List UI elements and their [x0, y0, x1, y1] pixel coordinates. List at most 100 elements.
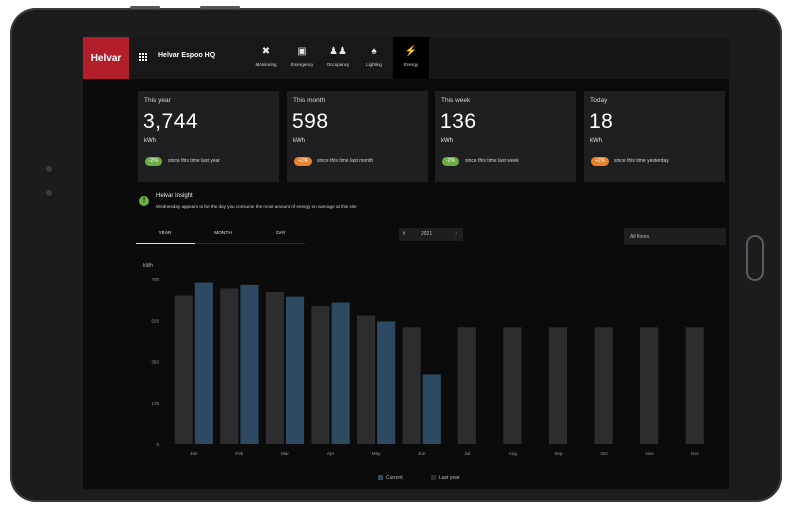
- card-unit: kWh: [590, 138, 602, 144]
- card-title: This year: [144, 97, 171, 104]
- bar-last-year: [356, 315, 376, 444]
- card-title: Today: [590, 97, 608, 104]
- legend-swatch-last-year: [431, 475, 436, 480]
- x-tick-label: Feb: [235, 451, 243, 456]
- bar-last-year: [640, 327, 659, 444]
- insight-text: Wednesday appears to be the day you cons…: [156, 204, 357, 209]
- y-tick-label: 350: [151, 360, 159, 365]
- bar-last-year: [311, 306, 330, 444]
- brand-logo[interactable]: Helvar: [83, 37, 129, 79]
- bar-current: [377, 321, 396, 444]
- x-tick-label: Jun: [418, 451, 426, 456]
- nav-label: Energy: [403, 62, 419, 67]
- bar-last-year: [220, 288, 239, 444]
- x-tick-label: May: [372, 451, 381, 456]
- bar-current: [285, 296, 305, 444]
- nav-spacer: [429, 37, 729, 79]
- bar-last-year: [174, 295, 193, 444]
- bar-last-year: [503, 327, 522, 444]
- tab-divider: [195, 243, 305, 244]
- x-tick-label: Jul: [464, 451, 470, 456]
- x-tick-label: Nov: [646, 451, 655, 456]
- tab-day[interactable]: DAY: [251, 231, 311, 236]
- volume-button: [130, 6, 160, 9]
- x-tick-label: Mar: [281, 451, 289, 456]
- card-unit: kWh: [441, 138, 453, 144]
- card-title: This week: [441, 97, 471, 104]
- nav-lighting[interactable]: ♠ Lighting: [356, 37, 392, 79]
- legend-last-year: Last year: [431, 475, 460, 481]
- energy-icon: ⚡: [404, 46, 418, 57]
- tab-year[interactable]: YEAR: [135, 231, 195, 236]
- legend-label: Current: [386, 475, 403, 481]
- x-tick-label: Oct: [600, 451, 608, 456]
- app-screen: Helvar Helvar Espoo HQ ✖ Monitoring ▣ Em…: [83, 37, 729, 489]
- bar-last-year: [548, 327, 568, 444]
- stat-card-month[interactable]: This month 598 kWh +2% since this time l…: [287, 91, 428, 182]
- x-tick-label: Dec: [691, 451, 700, 456]
- camera-dot: [46, 166, 52, 172]
- card-unit: kWh: [293, 138, 305, 144]
- card-value: 18: [589, 110, 614, 133]
- tab-month[interactable]: MONTH: [193, 231, 253, 236]
- nav-energy[interactable]: ⚡ Energy: [393, 37, 429, 79]
- top-nav: Helvar Helvar Espoo HQ ✖ Monitoring ▣ Em…: [83, 37, 729, 79]
- grid-icon[interactable]: [139, 53, 148, 62]
- occupancy-icon: ♟♟: [329, 46, 347, 57]
- change-badge: +2%: [294, 157, 313, 166]
- card-value: 136: [440, 110, 477, 133]
- site-name[interactable]: Helvar Espoo HQ: [158, 52, 215, 59]
- nav-monitoring[interactable]: ✖ Monitoring: [248, 37, 284, 79]
- bar-last-year: [594, 327, 613, 444]
- insight-title: Helvar Insight: [156, 193, 193, 199]
- y-tick-label: 700: [151, 277, 159, 282]
- power-button: [200, 6, 240, 9]
- energy-chart: kWh 0 175 350 525 700 Jan Feb Mar Apr May Jun Jul Aug…: [143, 263, 704, 456]
- y-tick-label: 175: [151, 401, 159, 406]
- floor-select[interactable]: All floors: [624, 228, 726, 245]
- change-badge: -2%: [145, 157, 162, 166]
- nav-occupancy[interactable]: ♟♟ Occupancy: [320, 37, 356, 79]
- change-note: since this time last year: [168, 158, 220, 164]
- next-year-button[interactable]: ›: [455, 230, 457, 237]
- stat-card-today[interactable]: Today 18 kWh +2% since this time yesterd…: [584, 91, 725, 182]
- bar-last-year: [685, 327, 704, 444]
- year-value: 2021: [421, 231, 433, 237]
- card-title: This month: [293, 97, 326, 104]
- change-badge: +2%: [591, 157, 610, 166]
- y-tick-label: 525: [151, 318, 159, 323]
- bar-current: [422, 374, 441, 444]
- emergency-icon: ▣: [297, 46, 307, 57]
- x-tick-label: Sep: [554, 451, 563, 456]
- prev-year-button[interactable]: ‹: [403, 230, 405, 237]
- bar-current: [331, 302, 350, 444]
- bar-last-year: [265, 291, 284, 444]
- stat-card-week[interactable]: This week 136 kWh -2% since this time la…: [435, 91, 576, 182]
- legend-label: Last year: [439, 475, 460, 481]
- tools-icon: ✖: [261, 46, 271, 57]
- card-value: 598: [292, 110, 329, 133]
- x-tick-label: Aug: [509, 451, 518, 456]
- legend-current: Current: [378, 475, 403, 481]
- nav-emergency[interactable]: ▣ Emergency: [284, 37, 320, 79]
- bar-current: [194, 282, 213, 444]
- sensor-dot: [46, 190, 52, 196]
- floor-select-value: All floors: [630, 234, 650, 240]
- x-tick-label: Apr: [327, 451, 335, 456]
- y-tick-label: 0: [156, 442, 159, 447]
- bar-last-year: [457, 327, 476, 444]
- change-note: since this time last week: [465, 158, 519, 164]
- card-unit: kWh: [144, 138, 156, 144]
- legend-swatch-current: [378, 475, 383, 480]
- info-icon: !: [139, 196, 149, 206]
- change-note: since this time yesterday: [614, 158, 669, 164]
- bar-current: [240, 284, 259, 444]
- active-tab-indicator: [136, 243, 195, 244]
- home-button[interactable]: [746, 235, 764, 281]
- x-tick-label: Jan: [190, 451, 198, 456]
- change-note: since this time last month: [317, 158, 374, 164]
- y-axis-label: kWh: [143, 263, 153, 269]
- stat-card-year[interactable]: This year 3,744 kWh -2% since this time …: [138, 91, 279, 182]
- lighting-icon: ♠: [371, 46, 377, 57]
- card-value: 3,744: [143, 110, 199, 133]
